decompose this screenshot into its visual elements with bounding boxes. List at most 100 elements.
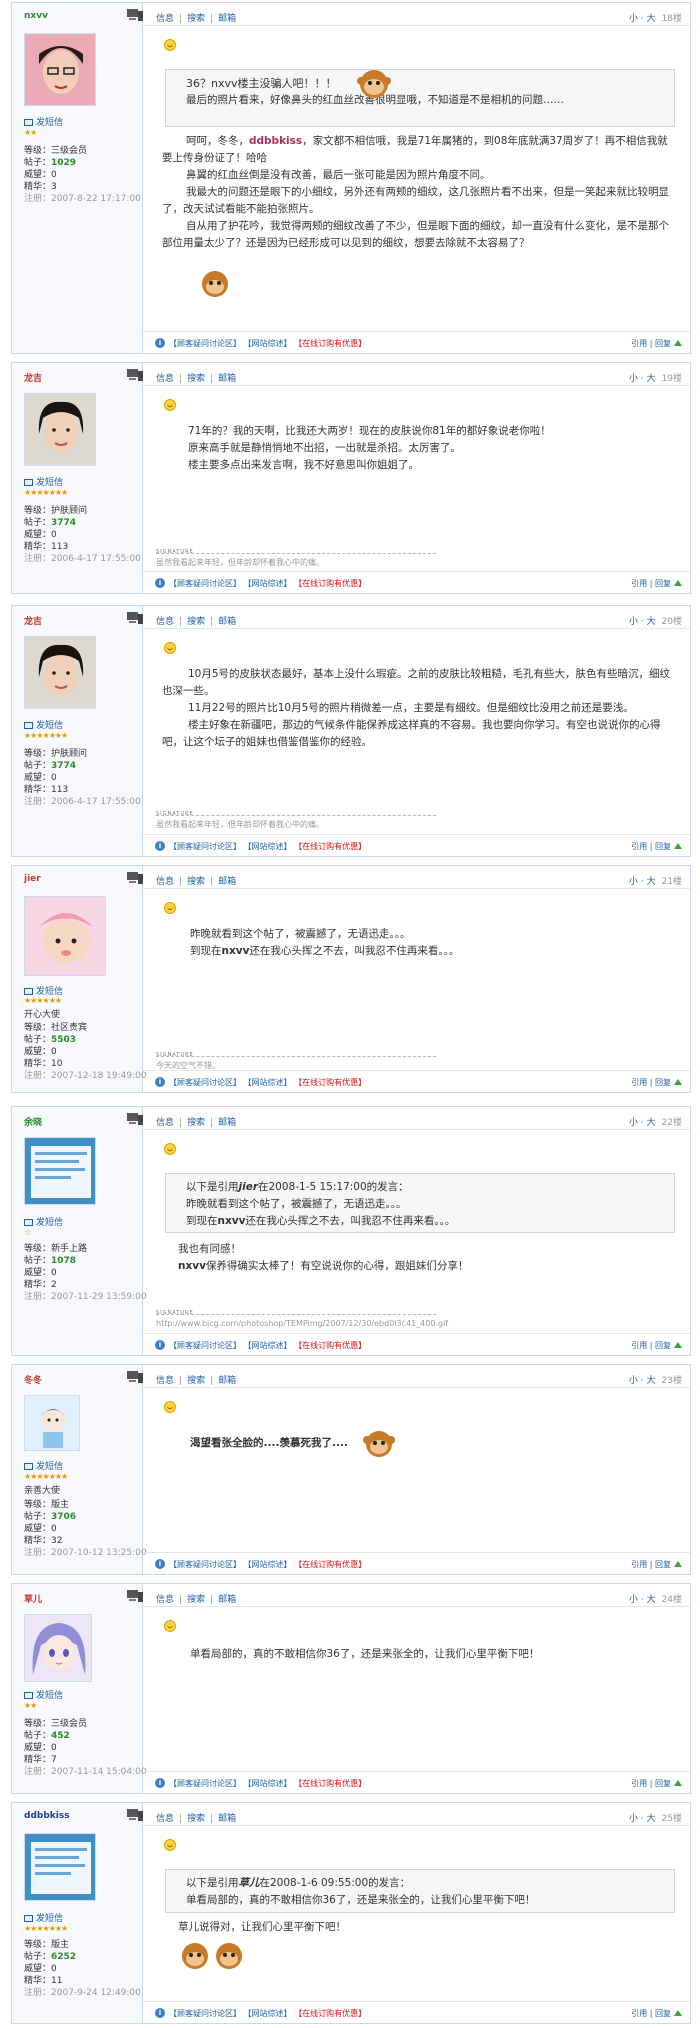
quote-button[interactable]: 引用: [631, 1341, 647, 1350]
username[interactable]: ddbbkiss: [24, 1811, 70, 1821]
info-link[interactable]: 信息: [156, 1814, 174, 1824]
send-message-link[interactable]: 发短信: [24, 1459, 63, 1472]
top-arrow-icon[interactable]: [674, 843, 682, 849]
quote-button[interactable]: 引用: [631, 579, 647, 588]
reply-button[interactable]: 回复: [655, 1779, 671, 1788]
overview-link[interactable]: 【网站综述】: [244, 339, 292, 348]
faq-link[interactable]: 【顾客疑问讨论区】: [169, 1341, 241, 1350]
username[interactable]: 龙吉: [24, 371, 42, 384]
overview-link[interactable]: 【网站综述】: [244, 1341, 292, 1350]
overview-link[interactable]: 【网站综述】: [244, 842, 292, 851]
font-small-link[interactable]: 小: [629, 1376, 638, 1386]
overview-link[interactable]: 【网站综述】: [244, 579, 292, 588]
reply-button[interactable]: 回复: [655, 339, 671, 348]
quote-button[interactable]: 引用: [631, 339, 647, 348]
search-link[interactable]: 搜索: [187, 1595, 205, 1605]
overview-link[interactable]: 【网站综述】: [244, 2009, 292, 2018]
font-small-link[interactable]: 小: [629, 1814, 638, 1824]
top-arrow-icon[interactable]: [674, 1561, 682, 1567]
order-link[interactable]: 【在线订购有优惠】: [294, 1560, 366, 1569]
top-arrow-icon[interactable]: [674, 2010, 682, 2016]
reply-button[interactable]: 回复: [655, 2009, 671, 2018]
quote-button[interactable]: 引用: [631, 842, 647, 851]
username[interactable]: nxvv: [24, 11, 48, 21]
font-big-link[interactable]: 大: [647, 1595, 656, 1605]
order-link[interactable]: 【在线订购有优惠】: [294, 842, 366, 851]
order-link[interactable]: 【在线订购有优惠】: [294, 2009, 366, 2018]
font-big-link[interactable]: 大: [647, 877, 656, 887]
search-link[interactable]: 搜索: [187, 877, 205, 887]
top-arrow-icon[interactable]: [674, 1780, 682, 1786]
order-link[interactable]: 【在线订购有优惠】: [294, 579, 366, 588]
search-link[interactable]: 搜索: [187, 1118, 205, 1128]
info-link[interactable]: 信息: [156, 1595, 174, 1605]
top-arrow-icon[interactable]: [674, 340, 682, 346]
top-arrow-icon[interactable]: [674, 1079, 682, 1085]
username[interactable]: 草儿: [24, 1592, 42, 1605]
font-small-link[interactable]: 小: [629, 1595, 638, 1605]
send-message-link[interactable]: 发短信: [24, 1215, 63, 1228]
font-big-link[interactable]: 大: [647, 617, 656, 627]
quote-button[interactable]: 引用: [631, 1078, 647, 1087]
send-message-link[interactable]: 发短信: [24, 115, 63, 128]
search-link[interactable]: 搜索: [187, 14, 205, 24]
reply-button[interactable]: 回复: [655, 842, 671, 851]
faq-link[interactable]: 【顾客疑问讨论区】: [169, 2009, 241, 2018]
mail-link[interactable]: 邮箱: [218, 1118, 236, 1128]
info-link[interactable]: 信息: [156, 877, 174, 887]
info-link[interactable]: 信息: [156, 374, 174, 384]
faq-link[interactable]: 【顾客疑问讨论区】: [169, 1078, 241, 1087]
font-big-link[interactable]: 大: [647, 1118, 656, 1128]
username[interactable]: 冬冬: [24, 1373, 42, 1386]
info-link[interactable]: 信息: [156, 1118, 174, 1128]
quote-button[interactable]: 引用: [631, 1560, 647, 1569]
signature-text[interactable]: http://www.bjcg.com/photoshop/TEMPimg/20…: [156, 1319, 448, 1328]
overview-link[interactable]: 【网站综述】: [244, 1078, 292, 1087]
faq-link[interactable]: 【顾客疑问讨论区】: [169, 1560, 241, 1569]
overview-link[interactable]: 【网站综述】: [244, 1779, 292, 1788]
send-message-link[interactable]: 发短信: [24, 1911, 63, 1924]
mail-link[interactable]: 邮箱: [218, 877, 236, 887]
send-message-link[interactable]: 发短信: [24, 718, 63, 731]
faq-link[interactable]: 【顾客疑问讨论区】: [169, 339, 241, 348]
username[interactable]: 余晓: [24, 1115, 42, 1128]
info-link[interactable]: 信息: [156, 617, 174, 627]
search-link[interactable]: 搜索: [187, 1814, 205, 1824]
username[interactable]: 龙吉: [24, 614, 42, 627]
mail-link[interactable]: 邮箱: [218, 1814, 236, 1824]
quote-button[interactable]: 引用: [631, 2009, 647, 2018]
mail-link[interactable]: 邮箱: [218, 1595, 236, 1605]
mail-link[interactable]: 邮箱: [218, 14, 236, 24]
font-small-link[interactable]: 小: [629, 877, 638, 887]
font-big-link[interactable]: 大: [647, 374, 656, 384]
search-link[interactable]: 搜索: [187, 374, 205, 384]
font-big-link[interactable]: 大: [647, 14, 656, 24]
reply-button[interactable]: 回复: [655, 1341, 671, 1350]
username[interactable]: jier: [24, 874, 41, 884]
quote-button[interactable]: 引用: [631, 1779, 647, 1788]
faq-link[interactable]: 【顾客疑问讨论区】: [169, 579, 241, 588]
top-arrow-icon[interactable]: [674, 580, 682, 586]
order-link[interactable]: 【在线订购有优惠】: [294, 1779, 366, 1788]
send-message-link[interactable]: 发短信: [24, 475, 63, 488]
order-link[interactable]: 【在线订购有优惠】: [294, 1341, 366, 1350]
font-small-link[interactable]: 小: [629, 374, 638, 384]
search-link[interactable]: 搜索: [187, 1376, 205, 1386]
info-link[interactable]: 信息: [156, 1376, 174, 1386]
reply-button[interactable]: 回复: [655, 1078, 671, 1087]
font-big-link[interactable]: 大: [647, 1376, 656, 1386]
order-link[interactable]: 【在线订购有优惠】: [294, 1078, 366, 1087]
font-big-link[interactable]: 大: [647, 1814, 656, 1824]
font-small-link[interactable]: 小: [629, 14, 638, 24]
reply-button[interactable]: 回复: [655, 579, 671, 588]
faq-link[interactable]: 【顾客疑问讨论区】: [169, 1779, 241, 1788]
mail-link[interactable]: 邮箱: [218, 374, 236, 384]
font-small-link[interactable]: 小: [629, 1118, 638, 1128]
mail-link[interactable]: 邮箱: [218, 1376, 236, 1386]
font-small-link[interactable]: 小: [629, 617, 638, 627]
overview-link[interactable]: 【网站综述】: [244, 1560, 292, 1569]
top-arrow-icon[interactable]: [674, 1342, 682, 1348]
send-message-link[interactable]: 发短信: [24, 1688, 63, 1701]
info-link[interactable]: 信息: [156, 14, 174, 24]
faq-link[interactable]: 【顾客疑问讨论区】: [169, 842, 241, 851]
